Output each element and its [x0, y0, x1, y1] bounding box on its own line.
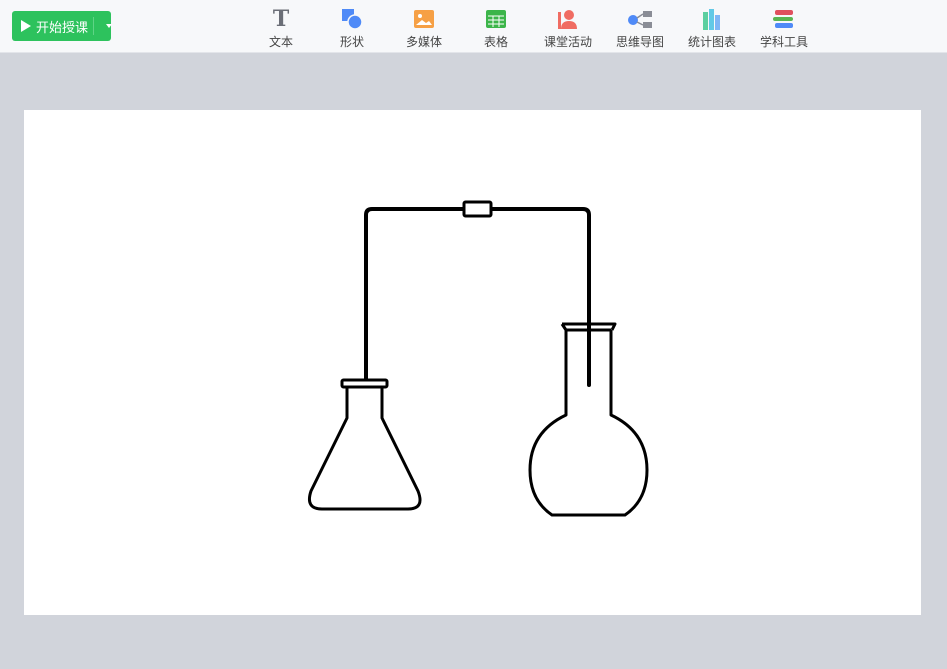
- delivery-tube: [364, 207, 591, 387]
- erlenmeyer-flask: [307, 388, 422, 511]
- flask-stopper: [340, 378, 389, 389]
- chemistry-apparatus-drawing[interactable]: [0, 0, 947, 669]
- tube-connector: [462, 200, 493, 218]
